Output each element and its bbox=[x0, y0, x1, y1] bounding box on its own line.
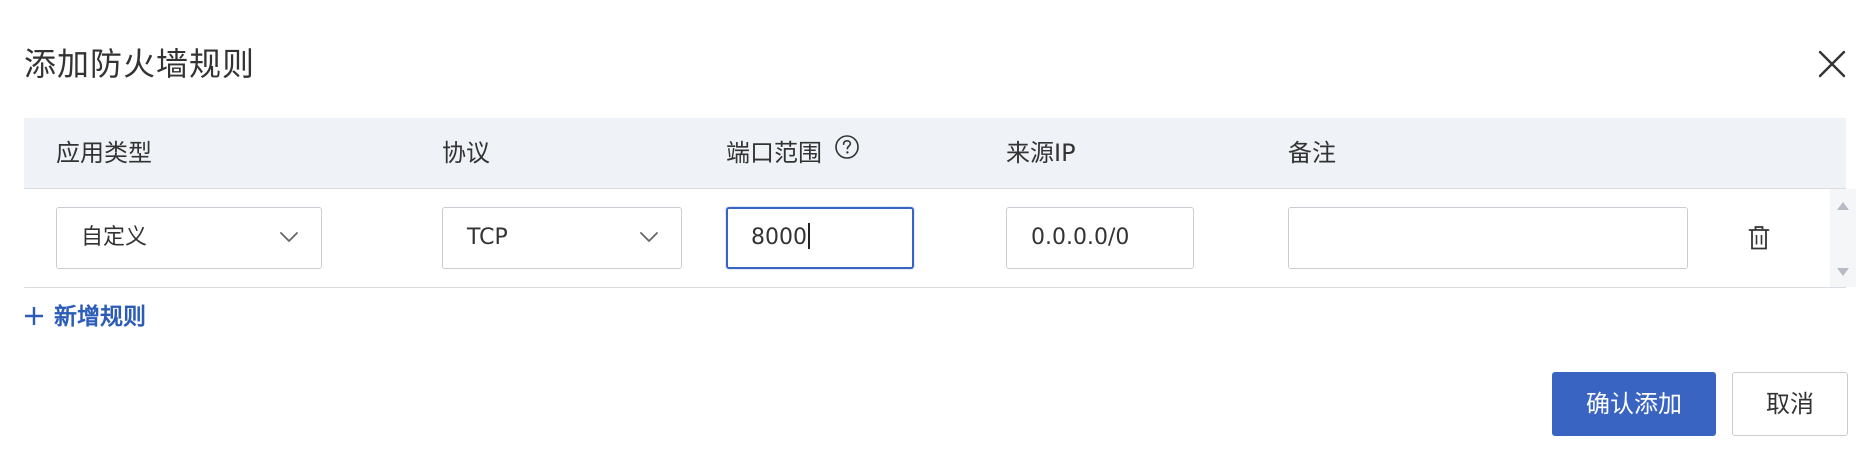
chevron-down-icon bbox=[640, 232, 658, 242]
port-range-text: 8000 bbox=[751, 209, 810, 267]
add-rule-link[interactable]: 新增规则 bbox=[24, 300, 146, 334]
scroll-down-arrow-icon[interactable] bbox=[1836, 267, 1850, 277]
remark-input[interactable] bbox=[1288, 207, 1688, 269]
add-rule-label: 新增规则 bbox=[54, 304, 146, 330]
protocol-value: TCP bbox=[467, 225, 508, 250]
close-button[interactable] bbox=[1812, 44, 1852, 84]
app-type-value: 自定义 bbox=[81, 225, 148, 250]
port-range-input[interactable]: 8000 bbox=[726, 207, 914, 269]
source-ip-input[interactable]: 0.0.0.0/0 bbox=[1006, 207, 1194, 269]
header-port-range-label: 端口范围 bbox=[726, 139, 822, 167]
protocol-select[interactable]: TCP bbox=[442, 207, 682, 269]
source-ip-value: 0.0.0.0/0 bbox=[1031, 225, 1130, 250]
add-firewall-rule-dialog: 添加防火墙规则 应用类型 协议 端口范围 来源IP 备注 自定义 TCP 800… bbox=[0, 0, 1860, 466]
dialog-title: 添加防火墙规则 bbox=[24, 45, 256, 83]
help-icon[interactable] bbox=[834, 117, 860, 187]
header-protocol: 协议 bbox=[442, 139, 490, 167]
app-type-select[interactable]: 自定义 bbox=[56, 207, 322, 269]
header-source-ip: 来源IP bbox=[1006, 139, 1076, 167]
close-icon bbox=[1818, 50, 1846, 78]
header-app-type: 应用类型 bbox=[56, 139, 152, 167]
header-port-range: 端口范围 bbox=[726, 118, 860, 188]
scroll-up-arrow-icon[interactable] bbox=[1836, 201, 1850, 211]
cancel-button[interactable]: 取消 bbox=[1732, 372, 1848, 436]
chevron-down-icon bbox=[280, 232, 298, 242]
header-remark: 备注 bbox=[1288, 139, 1336, 167]
vertical-scrollbar[interactable] bbox=[1830, 189, 1856, 287]
table-row: 自定义 TCP 8000 0.0.0.0/0 bbox=[24, 189, 1856, 288]
text-caret bbox=[808, 223, 810, 249]
rules-table: 应用类型 协议 端口范围 来源IP 备注 自定义 TCP 8000 0.0.0.… bbox=[24, 118, 1856, 288]
table-header: 应用类型 协议 端口范围 来源IP 备注 bbox=[24, 118, 1846, 189]
confirm-add-button[interactable]: 确认添加 bbox=[1552, 372, 1716, 436]
port-range-value: 8000 bbox=[751, 225, 807, 250]
plus-icon bbox=[25, 306, 43, 325]
trash-icon bbox=[1748, 226, 1770, 250]
delete-rule-button[interactable] bbox=[1748, 225, 1770, 255]
